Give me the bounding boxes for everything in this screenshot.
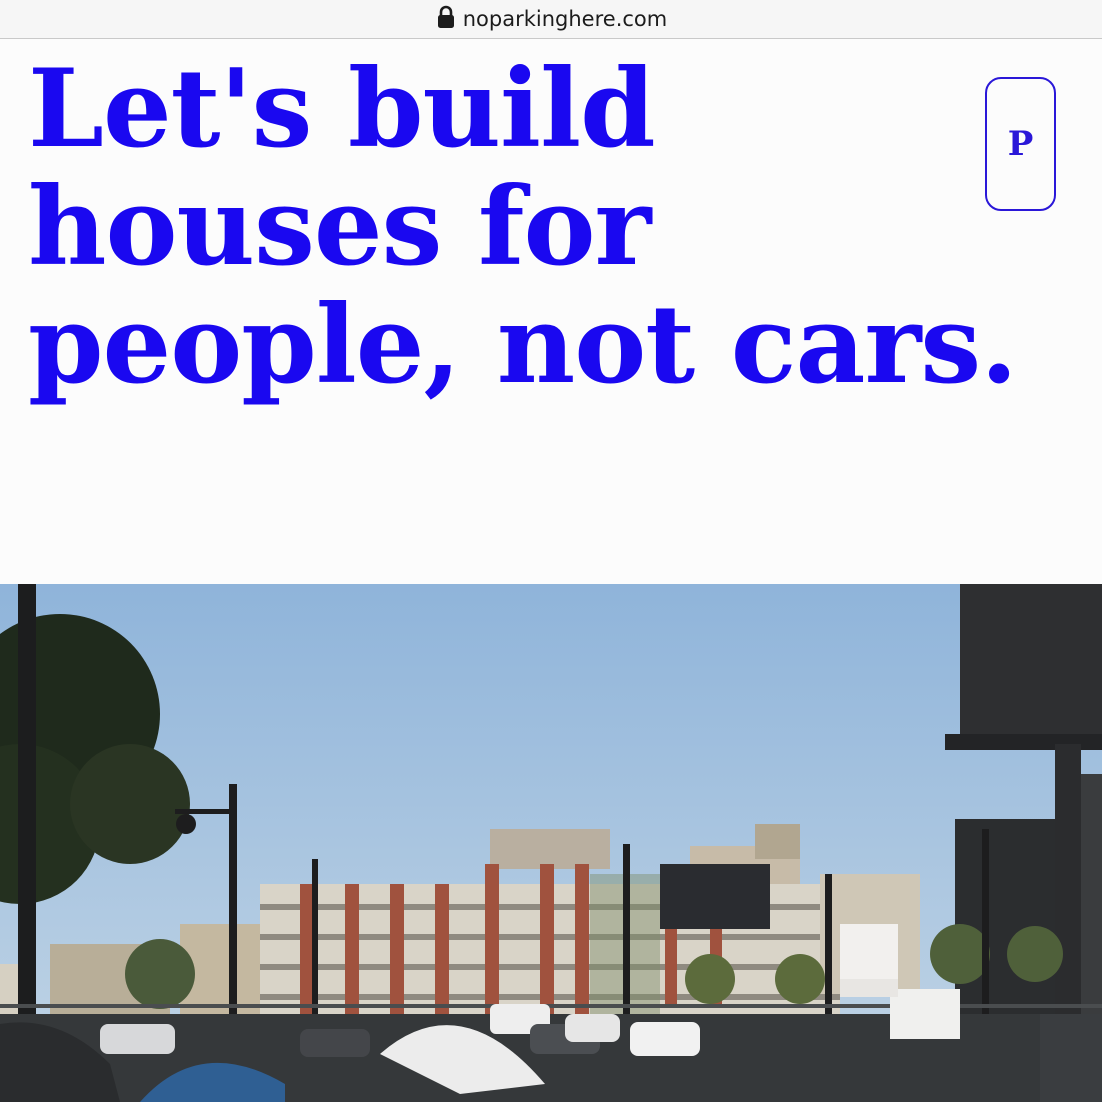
address-bar[interactable]: noparkinghere.com <box>0 0 1102 39</box>
headline-line-2: houses for <box>28 164 651 290</box>
headline-line-3: people, not cars. <box>28 282 1018 408</box>
url-text: noparkinghere.com <box>462 7 668 31</box>
logo-letter: P <box>1007 124 1034 164</box>
lock-icon <box>437 5 454 28</box>
parking-structure-photo <box>0 584 1102 1102</box>
headline-line-1: Let's build <box>28 46 656 172</box>
hero-photo <box>0 584 1102 1102</box>
hero-headline: Let's build houses for people, not cars. <box>28 46 1018 408</box>
parking-logo-badge[interactable]: P <box>985 77 1056 211</box>
